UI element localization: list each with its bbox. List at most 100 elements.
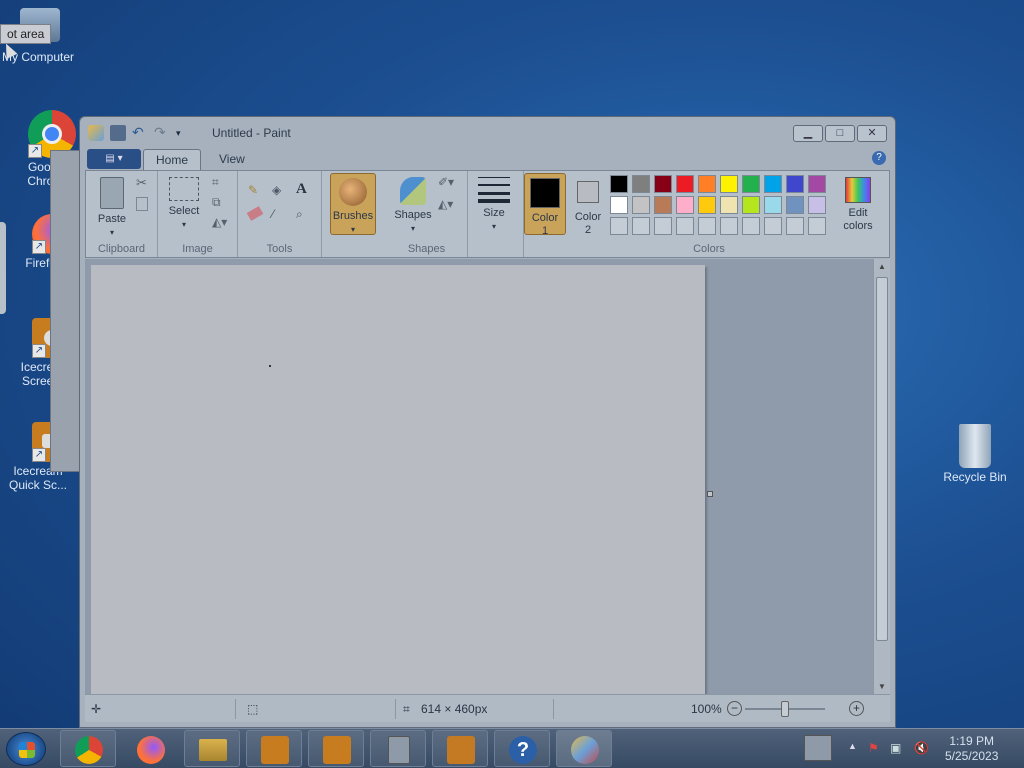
volume-muted-icon[interactable]: 🔇 <box>914 741 929 755</box>
taskbar-paint[interactable] <box>556 730 612 767</box>
scroll-down-icon[interactable]: ▼ <box>878 682 886 691</box>
color-swatch[interactable] <box>632 217 650 235</box>
cut-icon[interactable]: ✂ <box>136 175 154 193</box>
brushes-button[interactable]: Brushes ▾ <box>330 173 376 235</box>
taskbar-icecream-screen[interactable] <box>246 730 302 767</box>
color-swatch[interactable] <box>742 175 760 193</box>
save-icon[interactable] <box>110 125 126 141</box>
copy-icon[interactable] <box>136 197 148 211</box>
paint-window[interactable]: ↶ ↷ ▾ Untitled - Paint ▁ □ ✕ ▤ ▾ Home Vi… <box>79 116 896 728</box>
pen-input-icon[interactable] <box>804 735 832 761</box>
maximize-button[interactable]: □ <box>825 125 855 142</box>
fill-shape-icon[interactable]: ◭▾ <box>438 197 456 215</box>
color-swatch[interactable] <box>764 196 782 214</box>
color-swatch[interactable] <box>808 196 826 214</box>
clock-time: 1:19 PM <box>949 734 995 748</box>
color-swatch[interactable] <box>610 217 628 235</box>
windows-logo-icon <box>19 742 35 758</box>
color-swatch[interactable] <box>676 196 694 214</box>
taskbar-icecream-quick[interactable] <box>308 730 364 767</box>
tooltip: ot area <box>0 24 52 44</box>
taskbar-firefox[interactable] <box>122 730 178 767</box>
color-swatch[interactable] <box>632 175 650 193</box>
color-swatch[interactable] <box>742 196 760 214</box>
select-button[interactable]: Select ▾ <box>162 177 206 231</box>
outline-icon[interactable]: ✐▾ <box>438 175 456 193</box>
help-icon[interactable]: ? <box>872 151 886 165</box>
color-swatch[interactable] <box>764 175 782 193</box>
scroll-thumb[interactable] <box>876 277 888 641</box>
color-swatch[interactable] <box>786 175 804 193</box>
eraser-icon[interactable] <box>246 206 264 221</box>
canvas-resize-handle[interactable] <box>707 491 713 497</box>
size-button[interactable]: Size ▾ <box>474 177 514 233</box>
color-swatch[interactable] <box>610 175 628 193</box>
brush-icon <box>339 178 367 206</box>
crop-icon[interactable]: ⌗ <box>212 175 230 193</box>
tools-group: ✎ ◈ A ⁄ ⌕ Tools <box>238 171 322 257</box>
color-picker-icon[interactable]: ⁄ <box>272 207 290 225</box>
color-swatch[interactable] <box>808 217 826 235</box>
color-swatch[interactable] <box>676 217 694 235</box>
selection-size-icon: ⬚ <box>247 702 259 716</box>
color2-button[interactable]: Color 2 <box>568 173 608 236</box>
select-rectangle-icon <box>169 177 199 201</box>
color-swatch[interactable] <box>698 175 716 193</box>
start-button[interactable] <box>6 732 46 766</box>
color-swatch[interactable] <box>698 196 716 214</box>
color-swatch[interactable] <box>764 217 782 235</box>
title-bar[interactable]: ↶ ↷ ▾ Untitled - Paint ▁ □ ✕ <box>80 117 895 147</box>
redo-icon[interactable]: ↷ <box>154 125 170 141</box>
zoom-slider[interactable] <box>745 701 825 717</box>
customize-qat-icon[interactable]: ▾ <box>176 125 192 141</box>
tab-view[interactable]: View <box>207 149 257 171</box>
color-swatch[interactable] <box>632 196 650 214</box>
color-swatch[interactable] <box>654 196 672 214</box>
text-icon[interactable]: A <box>296 181 314 199</box>
color-swatch[interactable] <box>720 196 738 214</box>
paste-button[interactable]: Paste ▾ <box>92 177 132 239</box>
fill-icon[interactable]: ◈ <box>272 183 290 201</box>
minimize-button[interactable]: ▁ <box>793 125 823 142</box>
shapes-button[interactable]: Shapes ▾ <box>390 177 436 235</box>
zoom-in-button[interactable]: + <box>849 701 864 716</box>
show-hidden-icons-icon[interactable]: ▲ <box>848 741 857 751</box>
magnifier-icon[interactable]: ⌕ <box>296 207 314 225</box>
taskbar-calculator[interactable] <box>370 730 426 767</box>
canvas-dot <box>269 365 271 367</box>
undo-icon[interactable]: ↶ <box>132 125 148 141</box>
scroll-up-icon[interactable]: ▲ <box>878 262 886 271</box>
color-swatch[interactable] <box>720 175 738 193</box>
color-swatch[interactable] <box>786 217 804 235</box>
color-swatch[interactable] <box>610 196 628 214</box>
paint-menu-button[interactable]: ▤ ▾ <box>87 149 141 169</box>
taskbar-chrome[interactable] <box>60 730 116 767</box>
divider <box>395 699 396 719</box>
color-swatch[interactable] <box>720 217 738 235</box>
desktop-icon-recycle-bin[interactable]: Recycle Bin <box>937 424 1013 484</box>
tab-home[interactable]: Home <box>143 149 202 171</box>
color-swatch[interactable] <box>654 217 672 235</box>
color-swatch[interactable] <box>676 175 694 193</box>
action-center-icon[interactable]: ⚑ <box>868 741 879 755</box>
rotate-icon[interactable]: ◭▾ <box>212 215 230 233</box>
resize-icon[interactable]: ⧉ <box>212 195 230 213</box>
zoom-slider-thumb[interactable] <box>781 701 789 717</box>
edit-colors-button[interactable]: Edit colors <box>836 177 880 233</box>
close-button[interactable]: ✕ <box>857 125 887 142</box>
color-swatch[interactable] <box>698 217 716 235</box>
taskbar-help[interactable]: ? <box>494 730 550 767</box>
taskbar-explorer[interactable] <box>184 730 240 767</box>
color-swatch[interactable] <box>808 175 826 193</box>
network-icon[interactable]: ▣ <box>890 741 901 755</box>
clock[interactable]: 1:19 PM 5/25/2023 <box>945 734 998 764</box>
color-swatch[interactable] <box>786 196 804 214</box>
pencil-icon[interactable]: ✎ <box>248 183 266 201</box>
color-swatch[interactable] <box>742 217 760 235</box>
drawing-canvas[interactable] <box>91 265 705 695</box>
color-swatch[interactable] <box>654 175 672 193</box>
vertical-scrollbar[interactable]: ▲ ▼ <box>873 259 890 694</box>
taskbar-media-player[interactable] <box>432 730 488 767</box>
color1-button[interactable]: Color 1 <box>524 173 566 237</box>
zoom-out-button[interactable]: − <box>727 701 742 716</box>
